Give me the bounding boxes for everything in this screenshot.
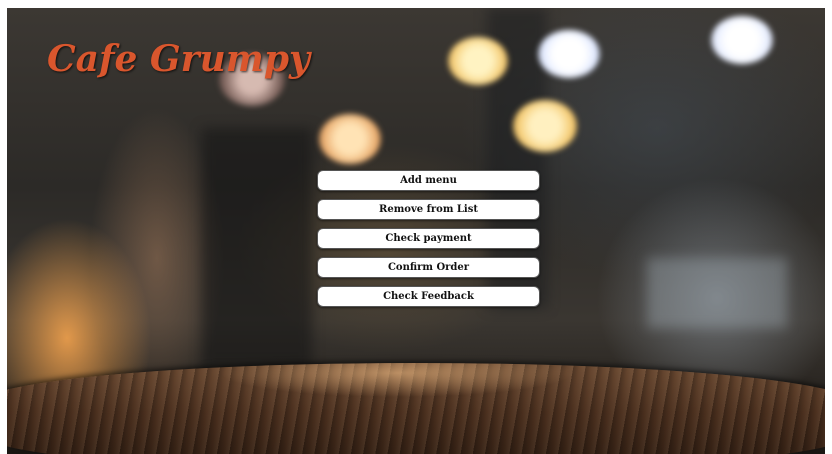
remove-from-list-button[interactable]: Remove from List	[317, 199, 540, 220]
bokeh-light	[538, 30, 600, 78]
wooden-table	[7, 363, 825, 454]
confirm-order-button[interactable]: Confirm Order	[317, 257, 540, 278]
bokeh-light	[711, 16, 773, 64]
main-menu: Add menu Remove from List Check payment …	[317, 170, 540, 315]
bokeh-light	[448, 37, 508, 85]
bokeh-light	[513, 100, 577, 152]
background-column	[202, 128, 312, 368]
bokeh-light	[319, 114, 381, 164]
cafe-logo: Cafe Grumpy	[47, 38, 310, 80]
check-payment-button[interactable]: Check payment	[317, 228, 540, 249]
background-window	[647, 258, 787, 328]
check-feedback-button[interactable]: Check Feedback	[317, 286, 540, 307]
app-window: Cafe Grumpy Add menu Remove from List Ch…	[7, 8, 825, 454]
add-menu-button[interactable]: Add menu	[317, 170, 540, 191]
